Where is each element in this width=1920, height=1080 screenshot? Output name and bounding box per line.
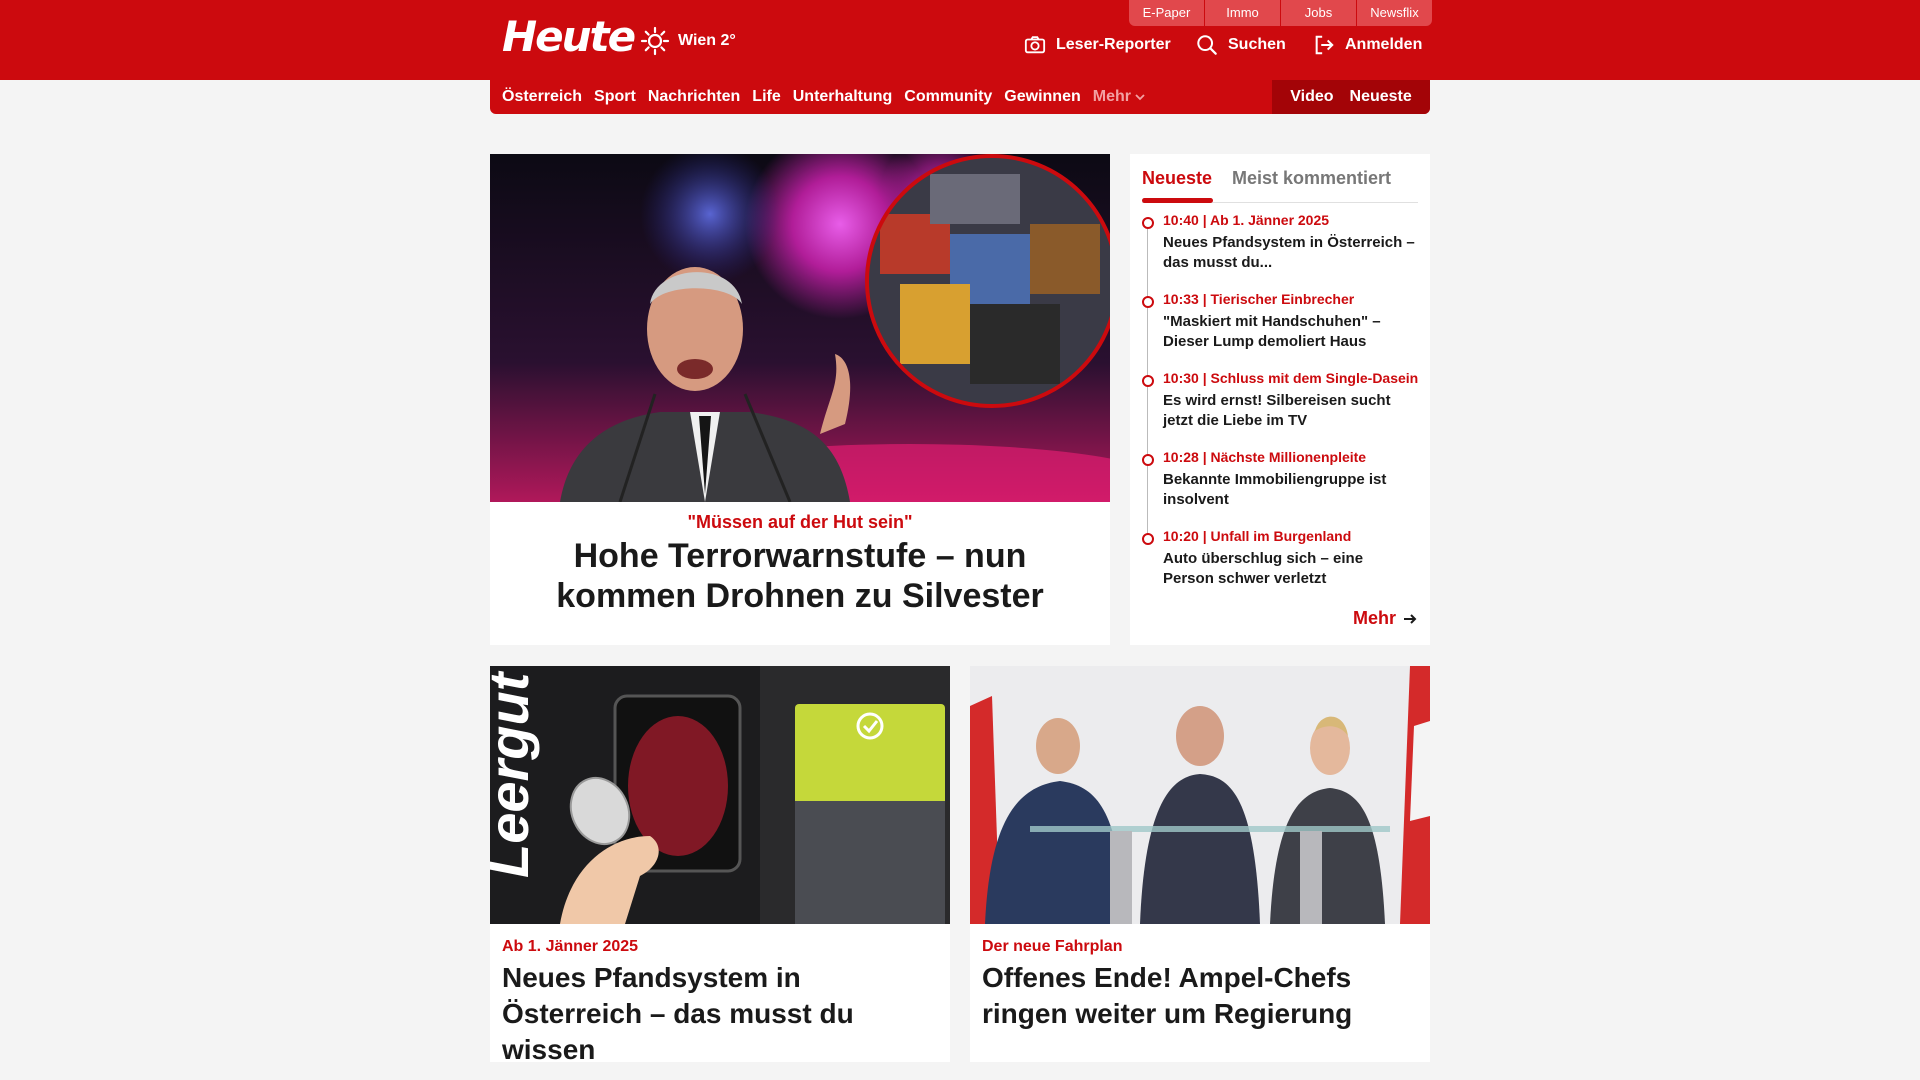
latest-news-sidebar: Neueste Meist kommentiert 10:40 | Ab 1. … bbox=[1130, 154, 1430, 645]
timeline-dot bbox=[1142, 533, 1154, 545]
heute-logo[interactable]: Heute bbox=[502, 10, 636, 64]
tab-epaper[interactable]: E-Paper bbox=[1129, 0, 1204, 26]
leser-reporter-label: Leser-Reporter bbox=[1056, 36, 1171, 53]
ticker-headline[interactable]: Auto überschlug sich – eine Person schwe… bbox=[1163, 549, 1418, 589]
article-image-pfand[interactable]: Leergut bbox=[490, 666, 950, 924]
nav-item-nachrichten[interactable]: Nachrichten bbox=[648, 88, 740, 106]
card-kicker: Ab 1. Jänner 2025 bbox=[502, 938, 639, 955]
ticker-headline[interactable]: "Maskiert mit Handschuhen" – Dieser Lump… bbox=[1163, 312, 1418, 352]
sidebar-more-label: Mehr bbox=[1352, 608, 1396, 628]
timeline-dot bbox=[1142, 217, 1154, 229]
ticker-meta: 10:30 | Schluss mit dem Single-Dasein bbox=[1163, 370, 1419, 386]
tab-immo[interactable]: Immo bbox=[1204, 0, 1280, 26]
nav-item-gewinnen[interactable]: Gewinnen bbox=[1004, 88, 1080, 106]
sidebar-more-link[interactable]: Mehr bbox=[1353, 608, 1418, 629]
nav-item-video[interactable]: Video bbox=[1290, 88, 1333, 106]
sun-icon bbox=[640, 26, 670, 56]
ticker-meta: 10:28 | Nächste Millionenpleite bbox=[1163, 449, 1367, 465]
nav-item-neueste[interactable]: Neueste bbox=[1350, 88, 1412, 106]
camera-icon bbox=[1024, 36, 1046, 54]
machine-brand-text: Leergut bbox=[490, 670, 540, 878]
card-headline[interactable]: Neues Pfandsystem in Österreich – das mu… bbox=[502, 960, 938, 1068]
nav-right-group: Video Neueste bbox=[1272, 80, 1430, 114]
weather-widget[interactable]: Wien 2° bbox=[640, 26, 736, 56]
ticker-headline[interactable]: Neues Pfandsystem in Österreich – das mu… bbox=[1163, 233, 1418, 273]
article-image-regierung[interactable] bbox=[970, 666, 1430, 924]
tab-meist-kommentiert[interactable]: Meist kommentiert bbox=[1232, 168, 1391, 189]
search-label: Suchen bbox=[1228, 36, 1286, 53]
site-header: Heute Wien 2° E-Paper Immo Jobs Newsflix… bbox=[0, 0, 1920, 80]
chevron-down-icon bbox=[1135, 94, 1145, 101]
weather-label: Wien 2° bbox=[678, 32, 736, 49]
login-button[interactable]: Anmelden bbox=[1313, 34, 1422, 56]
nav-item-sport[interactable]: Sport bbox=[594, 88, 636, 106]
nav-item-oesterreich[interactable]: Österreich bbox=[502, 88, 582, 106]
active-tab-indicator bbox=[1142, 198, 1213, 203]
hero-kicker: "Müssen auf der Hut sein" bbox=[687, 512, 913, 532]
card-headline[interactable]: Offenes Ende! Ampel-Chefs ringen weiter … bbox=[982, 960, 1418, 1032]
tab-neueste[interactable]: Neueste bbox=[1142, 168, 1212, 189]
ticker-meta: 10:40 | Ab 1. Jänner 2025 bbox=[1163, 212, 1330, 228]
article-card[interactable]: Leergut Ab 1. Jänner 2025 Neues Pfandsys… bbox=[490, 666, 950, 1065]
leser-reporter-button[interactable]: Leser-Reporter bbox=[1024, 34, 1171, 56]
nav-item-unterhaltung[interactable]: Unterhaltung bbox=[793, 88, 893, 106]
main-nav: Österreich Sport Nachrichten Life Unterh… bbox=[490, 80, 1430, 114]
search-button[interactable]: Suchen bbox=[1196, 34, 1286, 56]
login-icon bbox=[1315, 35, 1334, 55]
hero-article[interactable]: "Müssen auf der Hut sein" Hohe Terrorwar… bbox=[490, 154, 1110, 645]
sidebar-tabs: Neueste Meist kommentiert bbox=[1142, 164, 1418, 203]
login-label: Anmelden bbox=[1345, 36, 1423, 53]
tab-newsflix[interactable]: Newsflix bbox=[1356, 0, 1432, 26]
ticker-meta: 10:33 | Tierischer Einbrecher bbox=[1163, 291, 1355, 307]
hero-image[interactable] bbox=[490, 154, 1110, 502]
ticker-headline[interactable]: Bekannte Immobiliengruppe ist insolvent bbox=[1163, 470, 1418, 510]
article-card[interactable]: Der neue Fahrplan Offenes Ende! Ampel-Ch… bbox=[970, 666, 1430, 1062]
ticker-meta: 10:20 | Unfall im Burgenland bbox=[1163, 528, 1352, 544]
top-tabs: E-Paper Immo Jobs Newsflix bbox=[1129, 0, 1432, 26]
nav-item-community[interactable]: Community bbox=[904, 88, 992, 106]
ticker-headline[interactable]: Es wird ernst! Silbereisen sucht jetzt d… bbox=[1163, 391, 1418, 431]
hero-headline[interactable]: Hohe Terrorwarnstufe – nun kommen Drohne… bbox=[510, 536, 1090, 616]
search-icon bbox=[1197, 35, 1217, 55]
nav-item-life[interactable]: Life bbox=[752, 88, 780, 106]
card-kicker: Der neue Fahrplan bbox=[982, 938, 1123, 955]
timeline-dot bbox=[1142, 375, 1154, 387]
arrow-right-icon bbox=[1404, 613, 1417, 624]
tab-jobs[interactable]: Jobs bbox=[1280, 0, 1356, 26]
nav-more-dropdown[interactable]: Mehr bbox=[1093, 88, 1145, 106]
timeline-dot bbox=[1142, 296, 1154, 308]
timeline-dot bbox=[1142, 454, 1154, 466]
nav-more-label: Mehr bbox=[1092, 88, 1131, 105]
